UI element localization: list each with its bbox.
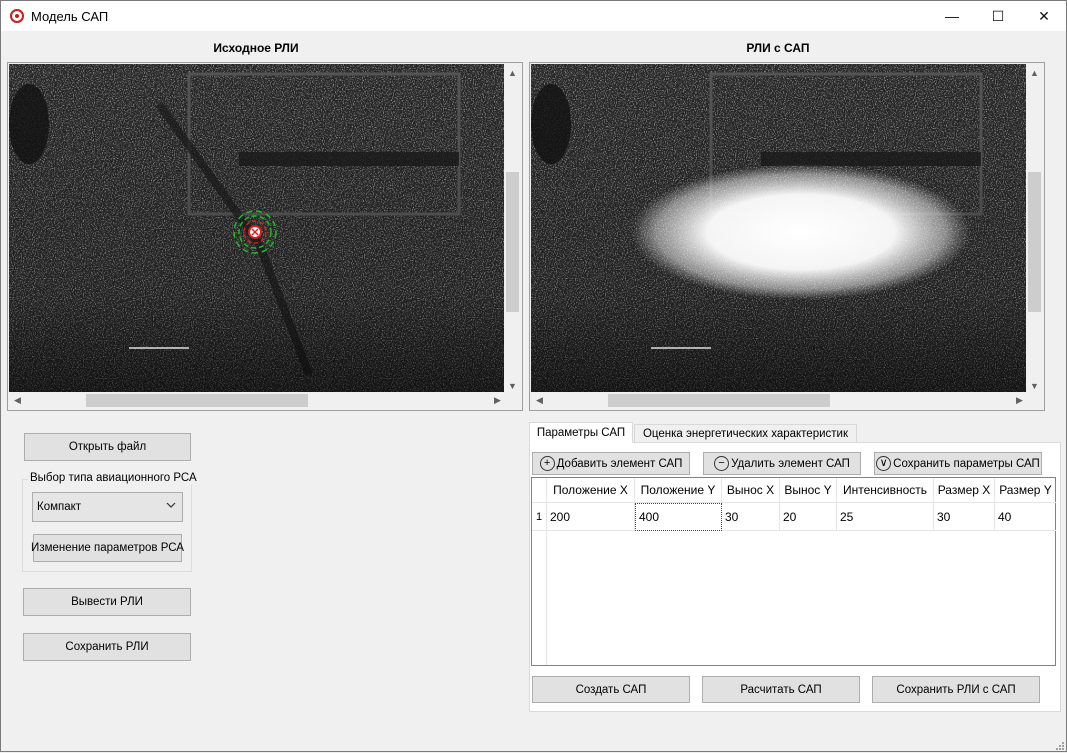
remove-element-label: Удалить элемент САП [731, 457, 850, 470]
save-image-button[interactable]: Сохранить РЛИ [23, 633, 191, 661]
scroll-thumb[interactable] [86, 394, 308, 407]
scroll-left-arrow[interactable]: ◀ [531, 392, 548, 409]
app-window: Модель САП — ☐ ✕ Исходное РЛИ РЛИ с САП [0, 0, 1067, 752]
save-image-with-sap-button[interactable]: Сохранить РЛИ с САП [872, 676, 1040, 703]
result-vertical-scrollbar[interactable]: ▲ ▼ [1026, 64, 1043, 394]
table-header[interactable]: Вынос Y [780, 478, 837, 503]
source-radar-image [9, 64, 506, 394]
scroll-up-arrow[interactable]: ▲ [504, 64, 521, 81]
open-file-button[interactable]: Открыть файл [24, 433, 191, 461]
plus-circle-icon: + [539, 456, 555, 471]
table-cell[interactable]: 20 [780, 503, 837, 531]
minus-circle-icon: − [714, 456, 730, 471]
tab-energy[interactable]: Оценка энергетических характеристик [634, 424, 857, 443]
table-header[interactable]: Вынос X [722, 478, 780, 503]
chevron-down-icon [166, 500, 176, 513]
table-header[interactable]: Размер Y [995, 478, 1056, 503]
table-header[interactable]: Размер X [934, 478, 995, 503]
source-horizontal-scrollbar[interactable]: ◀ ▶ [9, 392, 506, 409]
rsa-type-selected-value: Компакт [37, 501, 82, 513]
source-vertical-scrollbar[interactable]: ▲ ▼ [504, 64, 521, 394]
rsa-type-select[interactable]: Компакт [32, 492, 183, 522]
add-element-label: Добавить элемент САП [556, 457, 683, 470]
minimize-button[interactable]: — [929, 1, 975, 31]
table-cell[interactable]: 25 [837, 503, 934, 531]
window-title: Модель САП [31, 9, 109, 24]
title-bar: Модель САП — ☐ ✕ [1, 1, 1066, 31]
source-image-heading: Исходное РЛИ [213, 41, 299, 55]
source-image-view[interactable]: ▲ ▼ ◀ ▶ [7, 62, 523, 411]
create-sap-button[interactable]: Создать САП [532, 676, 690, 703]
table-cell-selected[interactable]: 400 [635, 503, 722, 531]
tab-params[interactable]: Параметры САП [529, 422, 633, 443]
table-cell[interactable]: 200 [547, 503, 635, 531]
table-cell[interactable]: 30 [722, 503, 780, 531]
change-rsa-params-button[interactable]: Изменение параметров РСА [31, 534, 184, 562]
scroll-thumb[interactable] [506, 172, 519, 312]
row-index[interactable]: 1 [532, 503, 547, 531]
scroll-thumb[interactable] [608, 394, 830, 407]
table-cell[interactable]: 40 [995, 503, 1056, 531]
close-button[interactable]: ✕ [1021, 1, 1067, 31]
save-params-label: Сохранить параметры САП [893, 457, 1040, 470]
rsa-type-group-label: Выбор типа авиационного РСА [28, 472, 199, 484]
scroll-thumb[interactable] [1028, 172, 1041, 312]
table-header[interactable]: Положение Y [635, 478, 722, 503]
resize-grip[interactable] [1054, 739, 1064, 750]
add-element-button[interactable]: + Добавить элемент САП [532, 452, 690, 475]
save-params-button[interactable]: ∨ Сохранить параметры САП [874, 452, 1042, 475]
result-image-view[interactable]: ▲ ▼ ◀ ▶ [529, 62, 1045, 411]
result-horizontal-scrollbar[interactable]: ◀ ▶ [531, 392, 1028, 409]
app-icon [10, 9, 24, 23]
scroll-up-arrow[interactable]: ▲ [1026, 64, 1043, 81]
params-table[interactable]: Положение X Положение Y Вынос X Вынос Y … [531, 477, 1056, 666]
result-image-heading: РЛИ с САП [746, 41, 810, 55]
scroll-right-arrow[interactable]: ▶ [489, 392, 506, 409]
chevron-down-circle-icon: ∨ [876, 456, 892, 471]
result-radar-image [531, 64, 1028, 394]
show-image-button[interactable]: Вывести РЛИ [23, 588, 191, 616]
calculate-sap-button[interactable]: Расчитать САП [702, 676, 860, 703]
scroll-right-arrow[interactable]: ▶ [1011, 392, 1028, 409]
table-cell[interactable]: 30 [934, 503, 995, 531]
table-header[interactable]: Положение X [547, 478, 635, 503]
scroll-down-arrow[interactable]: ▼ [504, 377, 521, 394]
scroll-down-arrow[interactable]: ▼ [1026, 377, 1043, 394]
table-corner [532, 478, 547, 503]
scroll-left-arrow[interactable]: ◀ [9, 392, 26, 409]
remove-element-button[interactable]: − Удалить элемент САП [703, 452, 861, 475]
table-header[interactable]: Интенсивность [837, 478, 934, 503]
maximize-button[interactable]: ☐ [975, 1, 1021, 31]
